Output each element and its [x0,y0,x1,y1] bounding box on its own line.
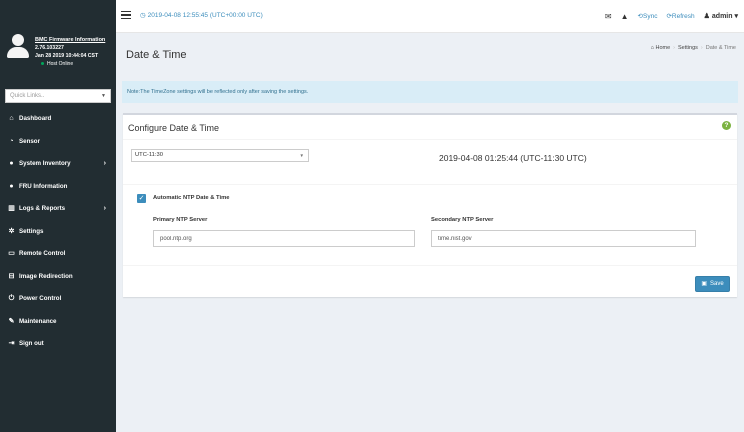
sidebar-item-logs-reports[interactable]: ▥ Logs & Reports › [0,198,116,221]
user-menu[interactable]: ♟ admin ▾ [704,12,738,20]
sidebar-item-label: Dashboard [19,115,52,122]
info-icon: ● [9,182,14,190]
sidebar-item-remote-control[interactable]: ▭ Remote Control [0,243,116,266]
save-label: Save [709,281,724,287]
secondary-ntp-label: Secondary NTP Server [431,217,494,223]
sidebar-item-label: Power Control [19,295,62,302]
breadcrumb-current: Date & Time [705,45,736,51]
breadcrumb-home[interactable]: Home [656,45,671,51]
wrench-icon: ✎ [8,317,15,325]
chevron-right-icon: › [103,205,106,212]
divider [123,139,737,140]
user-panel: BMC Firmware Information 2.76.103227 Jan… [0,0,116,80]
timezone-value: UTC-11:30 [135,152,163,158]
help-icon[interactable]: ? [722,121,731,130]
refresh-button[interactable]: ⟳Refresh [666,12,694,20]
gear-icon: ✲ [8,227,15,235]
sidebar-item-power-control[interactable]: ⏻ Power Control [0,288,116,311]
user-icon: ♟ [703,13,710,20]
ntp-checkbox[interactable]: ✓ [137,194,146,203]
primary-ntp-label: Primary NTP Server [153,217,208,223]
sidebar-item-settings[interactable]: ✲ Settings [0,221,116,244]
chevron-down-icon: ▼ [101,93,106,99]
sidebar: BMC Firmware Information 2.76.103227 Jan… [0,0,116,432]
sidebar-item-sign-out[interactable]: ⇥ Sign out [0,333,116,356]
sidebar-menu: ⌂ Dashboard ◔ Sensor ● System Inventory › ● F… [0,108,116,356]
checkmark-icon: ✓ [138,195,145,202]
primary-ntp-input[interactable] [153,230,415,247]
breadcrumb-separator: › [673,45,676,51]
configure-datetime-box: Configure Date & Time ? UTC-11:30 ▼ 2019… [123,113,737,297]
divider [123,184,737,185]
sync-button[interactable]: ⟲Sync [638,12,658,20]
breadcrumb: ⌂ Home › Settings › Date & Time [651,45,736,51]
chevron-down-icon: ▼ [299,153,304,158]
sidebar-item-sensor[interactable]: ◔ Sensor [0,131,116,154]
refresh-label: Refresh [671,13,695,20]
tachometer-icon: ◔ [9,137,14,145]
ntp-checkbox-label: Automatic NTP Date & Time [153,195,230,201]
sidebar-item-label: Sign out [19,340,44,347]
warning-icon[interactable]: ▲ [621,12,629,21]
host-status-label: Host Online [47,61,74,67]
caret-down-icon: ▾ [734,13,738,20]
chevron-right-icon: › [103,160,106,167]
firmware-info: BMC Firmware Information 2.76.103227 Jan… [35,37,115,67]
firmware-version: 2.76.103227 [35,45,64,51]
sidebar-item-image-redirection[interactable]: ⊟ Image Redirection [0,266,116,289]
home-icon: ⌂ [650,45,654,51]
sync-label: Sync [643,13,658,20]
bar-chart-icon: ▥ [8,205,15,212]
menu-toggle-icon[interactable] [121,11,131,20]
status-dot-icon [41,62,44,66]
sidebar-item-label: Settings [19,227,44,235]
breadcrumb-settings[interactable]: Settings [678,45,698,51]
sidebar-item-label: Image Redirection [19,272,73,280]
power-icon: ⏻ [8,295,15,302]
sidebar-item-label: Remote Control [19,250,66,257]
top-header: ◷ 2019-04-08 12:55:45 (UTC+00:00 UTC) ✉ ▲… [116,0,744,33]
dashboard-icon: ⌂ [9,115,14,122]
current-datetime: 2019-04-08 01:25:44 (UTC-11:30 UTC) [439,153,587,163]
header-datetime: ◷ 2019-04-08 12:55:45 (UTC+00:00 UTC) [140,11,263,19]
sidebar-item-fru-information[interactable]: ● FRU Information [0,176,116,199]
disk-icon: ⊟ [8,272,15,280]
timezone-select[interactable]: UTC-11:30 ▼ [131,149,309,162]
secondary-ntp-input[interactable] [431,230,696,247]
clock-icon: ◷ [140,12,146,19]
quick-links-select[interactable]: Quick Links.. ▼ [5,89,111,103]
header-actions: ✉ ▲ ⟲Sync ⟳Refresh ♟ admin ▾ [605,10,738,22]
floppy-disk-icon: ▣ [701,281,707,287]
sidebar-item-label: System Inventory [19,160,71,167]
box-title: Configure Date & Time [128,123,220,133]
host-status: Host Online [35,61,115,67]
sidebar-item-dashboard[interactable]: ⌂ Dashboard [0,108,116,131]
sidebar-item-maintenance[interactable]: ✎ Maintenance [0,311,116,334]
firmware-date: Jan 28 2019 10:44:04 CST [35,53,99,59]
page-title: Date & Time [126,49,187,61]
sidebar-item-label: Maintenance [19,317,57,325]
sign-out-icon: ⇥ [8,340,15,347]
main-content: Date & Time ⌂ Home › Settings › Date & Time … [116,33,744,432]
firmware-info-link[interactable]: BMC Firmware Information [35,37,115,43]
monitor-icon: ▭ [8,250,15,257]
sidebar-item-label: FRU Information [19,182,68,190]
quick-links-placeholder: Quick Links.. [10,93,45,99]
timezone-note: Note:The TimeZone settings will be refle… [122,81,738,103]
breadcrumb-separator: › [700,45,703,51]
sidebar-item-label: Sensor [19,137,40,145]
save-button[interactable]: ▣ Save [695,276,730,292]
sidebar-item-label: Logs & Reports [19,205,66,212]
divider [123,265,737,266]
user-avatar-icon [7,34,29,58]
sidebar-item-system-inventory[interactable]: ● System Inventory › [0,153,116,176]
header-datetime-text: 2019-04-08 12:55:45 (UTC+00:00 UTC) [147,12,263,19]
envelope-icon[interactable]: ✉ [605,12,612,21]
user-label: admin [711,13,733,20]
info-icon: ● [9,160,14,167]
